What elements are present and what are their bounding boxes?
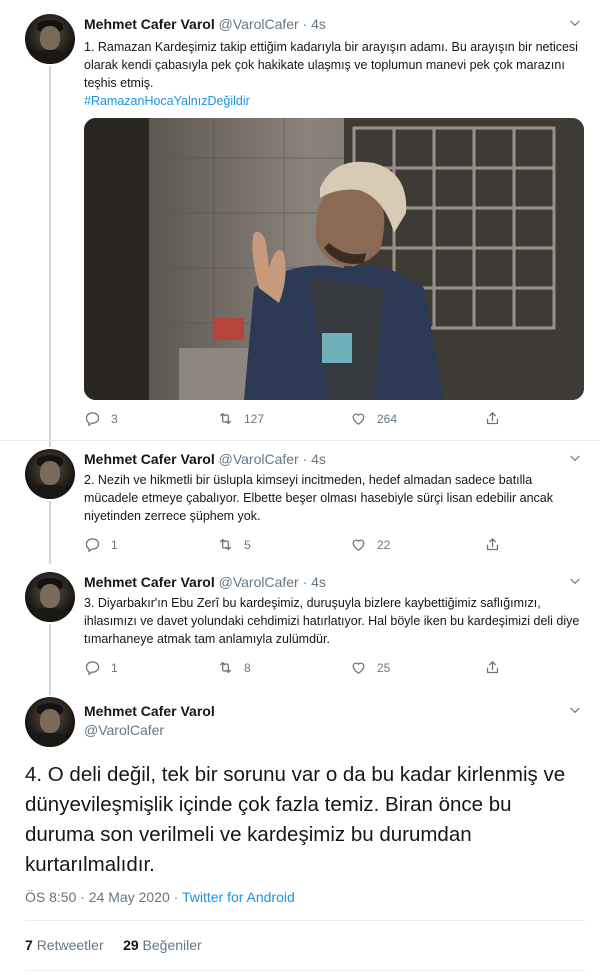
reply-count: 1: [111, 537, 118, 552]
reply-icon: [84, 536, 101, 553]
tweet-time[interactable]: · 4s: [303, 16, 326, 32]
share-icon: [484, 659, 501, 676]
author-name[interactable]: Mehmet Cafer Varol: [84, 451, 215, 467]
reply-button[interactable]: 1: [84, 536, 118, 553]
author-handle[interactable]: @VarolCafer: [219, 16, 299, 32]
tweet-text: 1. Ramazan Kardeşimiz takip ettiğim kada…: [84, 38, 584, 110]
tweet-actions: 1 8 25: [84, 659, 504, 679]
thread-line: [49, 624, 51, 687]
tweet-source-link[interactable]: Twitter for Android: [182, 889, 295, 905]
tweet-photo[interactable]: [84, 118, 584, 400]
likes-label: Beğeniler: [142, 937, 202, 953]
author-name[interactable]: Mehmet Cafer Varol: [84, 574, 215, 590]
share-icon: [484, 410, 501, 427]
likes-stat[interactable]: 29 Beğeniler: [123, 937, 202, 953]
like-count: 25: [377, 660, 391, 675]
retweet-button[interactable]: 5: [217, 536, 251, 553]
reply-icon: [84, 659, 101, 676]
retweet-icon: [217, 536, 234, 553]
likes-count: 29: [123, 937, 139, 953]
author-name[interactable]: Mehmet Cafer Varol: [84, 16, 215, 32]
retweet-count: 127: [244, 411, 265, 426]
tweet-actions: 3 127 264: [84, 410, 504, 430]
thread-line: [49, 66, 51, 440]
reply-count: 1: [111, 660, 118, 675]
tweet-3[interactable]: Mehmet Cafer Varol @VarolCafer · 4s 3. D…: [0, 564, 600, 687]
photo-image: [84, 118, 584, 400]
main-tweet-text: 4. O deli değil, tek bir sorunu var o da…: [25, 763, 566, 876]
like-count: 264: [377, 411, 398, 426]
tweet-time[interactable]: · 4s: [303, 574, 326, 590]
avatar[interactable]: [25, 572, 75, 622]
avatar[interactable]: [25, 697, 75, 747]
share-button[interactable]: [484, 536, 511, 553]
retweets-label: Retweetler: [36, 937, 104, 953]
main-author-name[interactable]: Mehmet Cafer Varol: [84, 703, 215, 719]
divider: [25, 970, 585, 971]
tweet-timestamp[interactable]: ÖS 8:50 · 24 May 2020 ·: [25, 889, 182, 905]
chevron-down-icon[interactable]: [568, 703, 582, 717]
avatar[interactable]: [25, 14, 75, 64]
tweet-time[interactable]: · 4s: [303, 451, 326, 467]
chevron-down-icon[interactable]: [568, 451, 582, 465]
divider: [25, 920, 585, 921]
tweet-header: Mehmet Cafer Varol @VarolCafer · 4s: [84, 574, 326, 590]
retweet-count: 5: [244, 537, 251, 552]
heart-icon: [350, 536, 367, 553]
tweet-header: Mehmet Cafer Varol @VarolCafer · 4s: [84, 451, 326, 467]
retweet-count: 8: [244, 660, 251, 675]
tweet-body: 1. Ramazan Kardeşimiz takip ettiğim kada…: [84, 40, 578, 90]
author-handle[interactable]: @VarolCafer: [219, 451, 299, 467]
tweet-stats: 7 Retweetler 29 Beğeniler: [25, 937, 202, 953]
retweet-button[interactable]: 8: [217, 659, 251, 676]
retweet-button[interactable]: 127: [217, 410, 264, 427]
reply-button[interactable]: 1: [84, 659, 118, 676]
thread-line: [49, 501, 51, 564]
tweet-header: Mehmet Cafer Varol @VarolCafer · 4s: [84, 16, 326, 32]
heart-icon: [350, 659, 367, 676]
hashtag-link[interactable]: #RamazanHocaYalnızDeğildir: [84, 94, 250, 108]
main-author-handle[interactable]: @VarolCafer: [84, 722, 164, 738]
share-button[interactable]: [484, 410, 511, 427]
author-handle[interactable]: @VarolCafer: [219, 574, 299, 590]
retweet-icon: [217, 410, 234, 427]
chevron-down-icon[interactable]: [568, 16, 582, 30]
retweet-icon: [217, 659, 234, 676]
reply-icon: [84, 410, 101, 427]
like-count: 22: [377, 537, 391, 552]
share-button[interactable]: [484, 659, 511, 676]
tweet-text: 3. Diyarbakır'ın Ebu Zerî bu kardeşimiz,…: [84, 596, 580, 646]
heart-icon: [350, 410, 367, 427]
like-button[interactable]: 264: [350, 410, 397, 427]
tweet-actions: 1 5 22: [84, 536, 504, 556]
like-button[interactable]: 22: [350, 536, 390, 553]
chevron-down-icon[interactable]: [568, 574, 582, 588]
like-button[interactable]: 25: [350, 659, 390, 676]
avatar[interactable]: [25, 449, 75, 499]
tweet-meta: ÖS 8:50 · 24 May 2020 · Twitter for Andr…: [25, 889, 295, 905]
thread-line: [49, 441, 51, 447]
thread-line: [49, 687, 51, 695]
tweet-2[interactable]: Mehmet Cafer Varol @VarolCafer · 4s 2. N…: [0, 441, 600, 564]
retweets-count: 7: [25, 937, 33, 953]
tweet-text: 2. Nezih ve hikmetli bir üslupla kimseyi…: [84, 473, 553, 523]
share-icon: [484, 536, 501, 553]
tweet-1[interactable]: Mehmet Cafer Varol @VarolCafer · 4s 1. R…: [0, 0, 600, 440]
reply-count: 3: [111, 411, 118, 426]
reply-button[interactable]: 3: [84, 410, 118, 427]
retweets-stat[interactable]: 7 Retweetler: [25, 937, 104, 953]
